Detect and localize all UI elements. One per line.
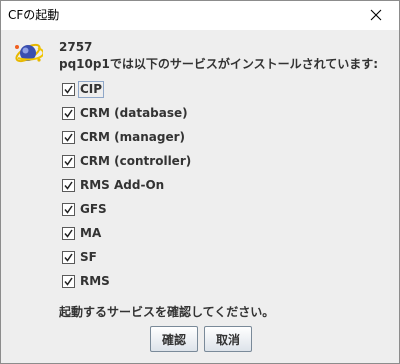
checkmark-icon (64, 181, 73, 190)
checkbox[interactable] (62, 106, 75, 120)
install-message: pq10p1では以下のサービスがインストールされています: (59, 57, 379, 71)
cancel-button[interactable]: 取消 (204, 326, 252, 352)
service-checkbox-sf[interactable]: SF (62, 248, 98, 266)
service-checkbox-crm-manager[interactable]: CRM (manager) (62, 128, 186, 146)
checkbox[interactable] (62, 250, 75, 264)
checkmark-icon (64, 157, 73, 166)
checkmark-icon (64, 205, 73, 214)
checkmark-icon (64, 109, 73, 118)
service-label: RMS (80, 273, 110, 288)
service-checkbox-ma[interactable]: MA (62, 224, 102, 242)
dialog-window: CFの起動 2757 pq10p1では以下のサービスがインストールされています:… (0, 0, 400, 364)
checkmark-icon (64, 85, 73, 94)
service-checkbox-crm-controller[interactable]: CRM (controller) (62, 152, 192, 170)
service-checkbox-rms[interactable]: RMS (62, 272, 111, 290)
window-title: CFの起動 (8, 8, 60, 22)
process-id: 2757 (59, 40, 93, 54)
confirm-prompt: 起動するサービスを確認してください。 (59, 305, 275, 319)
checkbox[interactable] (62, 154, 75, 168)
checkmark-icon (64, 229, 73, 238)
checkbox[interactable] (62, 274, 75, 288)
service-checkbox-rms-addon[interactable]: RMS Add-On (62, 176, 165, 194)
checkbox[interactable] (62, 226, 75, 240)
service-label: RMS Add-On (80, 177, 165, 192)
dialog-content: 2757 pq10p1では以下のサービスがインストールされています: CIP C… (1, 30, 399, 363)
service-label: CIP (77, 80, 105, 98)
service-label: CRM (database) (80, 105, 188, 120)
close-icon (370, 9, 382, 21)
title-bar: CFの起動 (1, 1, 399, 30)
checkmark-icon (64, 277, 73, 286)
checkbox[interactable] (62, 130, 75, 144)
service-label: GFS (80, 201, 107, 216)
checkmark-icon (64, 253, 73, 262)
service-checkbox-crm-database[interactable]: CRM (database) (62, 104, 189, 122)
service-checkbox-cip[interactable]: CIP (62, 80, 105, 98)
checkbox[interactable] (62, 82, 75, 96)
service-checkbox-gfs[interactable]: GFS (62, 200, 108, 218)
app-globe-icon (15, 43, 43, 63)
confirm-button[interactable]: 確認 (150, 326, 198, 352)
service-label: CRM (manager) (80, 129, 186, 144)
service-label: CRM (controller) (80, 153, 192, 168)
checkmark-icon (64, 133, 73, 142)
checkbox[interactable] (62, 178, 75, 192)
service-label: SF (80, 249, 97, 264)
checkbox[interactable] (62, 202, 75, 216)
close-button[interactable] (353, 1, 399, 30)
service-label: MA (80, 225, 102, 240)
